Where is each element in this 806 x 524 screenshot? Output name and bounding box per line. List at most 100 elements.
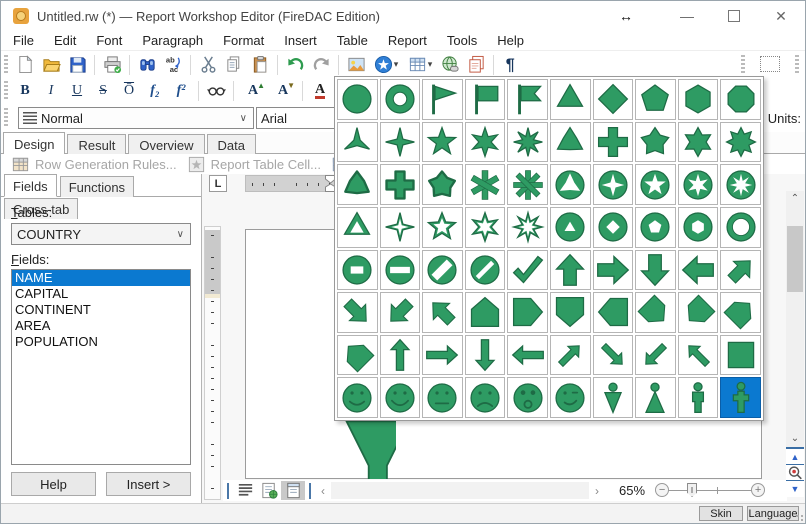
shape-pentagon-arrow-left[interactable]: [593, 292, 634, 333]
toolbar-grip[interactable]: [4, 108, 8, 128]
tab-functions[interactable]: Functions: [60, 176, 134, 197]
dropdown-caret-icon[interactable]: ▾: [428, 59, 433, 70]
shape-star8-fat[interactable]: [720, 122, 761, 163]
paste-special-icon[interactable]: [464, 54, 488, 76]
shape-star3-fat[interactable]: [550, 122, 591, 163]
shape-face-grin[interactable]: [380, 377, 421, 418]
save-icon[interactable]: [65, 54, 89, 76]
previous-page-icon[interactable]: ▲: [786, 449, 804, 464]
row-generation-rules-button[interactable]: Row Generation Rules...: [11, 155, 177, 174]
shape-circle-hole-star3[interactable]: [550, 164, 591, 205]
close-button[interactable]: ✕: [761, 1, 801, 31]
shape-face-sad[interactable]: [465, 377, 506, 418]
shape-arrow-sw-fat[interactable]: [380, 292, 421, 333]
language-button[interactable]: Language: [747, 506, 799, 521]
print-icon[interactable]: [100, 54, 124, 76]
tab-data[interactable]: Data: [207, 134, 256, 155]
shape-person-pyramid[interactable]: [635, 377, 676, 418]
undo-icon[interactable]: [283, 54, 307, 76]
toolbar-grip[interactable]: [795, 55, 799, 75]
shape-checkmark[interactable]: [507, 250, 548, 291]
shape-face-wink[interactable]: [550, 377, 591, 418]
redo-icon[interactable]: [309, 54, 333, 76]
shape-circle-hole-star4[interactable]: [593, 164, 634, 205]
shape-person-girl[interactable]: [720, 377, 761, 418]
minimize-button[interactable]: —: [667, 1, 707, 31]
scroll-right-icon[interactable]: ›: [589, 484, 605, 498]
browse-object-icon[interactable]: [786, 465, 804, 480]
draft-view-button[interactable]: [233, 481, 257, 500]
inserted-funnel-shape[interactable]: [344, 421, 396, 479]
field-item-name[interactable]: NAME: [12, 270, 190, 286]
menu-format[interactable]: Format: [213, 31, 274, 50]
shape-circle-hole-star5[interactable]: [635, 164, 676, 205]
shape-flag-swallowtail[interactable]: [507, 79, 548, 120]
shape-square[interactable]: [720, 335, 761, 376]
scroll-left-icon[interactable]: ‹: [315, 484, 331, 498]
menu-file[interactable]: File: [3, 31, 44, 50]
shape-star6-outline[interactable]: [465, 207, 506, 248]
hyperlink-icon[interactable]: [438, 54, 462, 76]
shape-circle-slash-wide[interactable]: [422, 250, 463, 291]
menu-table[interactable]: Table: [327, 31, 378, 50]
shape-arrow-down-fat[interactable]: [635, 250, 676, 291]
shape-star5-outline[interactable]: [422, 207, 463, 248]
maximize-button[interactable]: [714, 1, 754, 31]
shape-diamond[interactable]: [593, 79, 634, 120]
shape-circle-hole-triangle[interactable]: [550, 207, 591, 248]
shape-star3-thin[interactable]: [337, 122, 378, 163]
shape-arrow-se-thin[interactable]: [593, 335, 634, 376]
shape-arrow-nw-fat[interactable]: [422, 292, 463, 333]
field-item-area[interactable]: AREA: [12, 318, 190, 334]
shape-face-surprised[interactable]: [507, 377, 548, 418]
shape-flag-rect[interactable]: [465, 79, 506, 120]
strikethrough-button[interactable]: S: [91, 80, 115, 102]
shape-circle-hole-hexagon[interactable]: [678, 207, 719, 248]
selection-rectangle-icon[interactable]: [757, 54, 783, 74]
shape-person-boy[interactable]: [678, 377, 719, 418]
shape-star3-round[interactable]: [337, 164, 378, 205]
scroll-down-icon[interactable]: ⌄: [786, 431, 804, 447]
replace-icon[interactable]: abac: [161, 54, 185, 76]
field-item-continent[interactable]: CONTINENT: [12, 302, 190, 318]
shape-star5-fat[interactable]: [635, 122, 676, 163]
resize-grip[interactable]: [796, 514, 804, 522]
shape-triangle-outline[interactable]: [337, 207, 378, 248]
vertical-scrollbar[interactable]: ⌃ ⌄: [786, 191, 804, 447]
insert-table-icon[interactable]: ▾: [404, 54, 436, 76]
shape-arrow-se-fat[interactable]: [337, 292, 378, 333]
shape-hexagon[interactable]: [678, 79, 719, 120]
italic-button[interactable]: I: [39, 80, 63, 102]
shape-donut[interactable]: [380, 79, 421, 120]
shape-pentagon[interactable]: [635, 79, 676, 120]
shape-star6-fat[interactable]: [678, 122, 719, 163]
new-document-icon[interactable]: [13, 54, 37, 76]
paragraph-style-combo[interactable]: Normal ∨: [18, 107, 254, 129]
insert-button[interactable]: Insert >: [106, 472, 191, 496]
paragraph-marks-icon[interactable]: ¶: [499, 54, 523, 76]
shape-star4-thin[interactable]: [380, 122, 421, 163]
shape-star8-outline[interactable]: [507, 207, 548, 248]
toolbar-grip[interactable]: [741, 55, 745, 75]
page-view-button[interactable]: [281, 481, 305, 500]
zoom-slider[interactable]: − +: [655, 481, 765, 500]
shape-circle-hole-pentagon[interactable]: [635, 207, 676, 248]
shape-ring[interactable]: [720, 207, 761, 248]
shape-circle-slash-thin[interactable]: [465, 250, 506, 291]
menu-paragraph[interactable]: Paragraph: [132, 31, 213, 50]
font-color-button[interactable]: A: [308, 80, 332, 102]
insert-image-icon[interactable]: [344, 54, 368, 76]
tab-overview[interactable]: Overview: [128, 134, 204, 155]
superscript-button[interactable]: f²: [169, 80, 193, 102]
copy-icon[interactable]: [222, 54, 246, 76]
shape-star4-outline[interactable]: [380, 207, 421, 248]
shape-arrow-down-thin[interactable]: [465, 335, 506, 376]
scrollbar-thumb[interactable]: [787, 226, 803, 292]
bold-button[interactable]: B: [13, 80, 37, 102]
zoom-slider-thumb[interactable]: [687, 483, 697, 497]
shape-circle[interactable]: [337, 79, 378, 120]
shape-pentagon-arrow-down[interactable]: [550, 292, 591, 333]
scroll-up-icon[interactable]: ⌃: [786, 191, 804, 207]
dropdown-caret-icon[interactable]: ▾: [394, 59, 399, 70]
shape-arrow-ne-thin[interactable]: [550, 335, 591, 376]
